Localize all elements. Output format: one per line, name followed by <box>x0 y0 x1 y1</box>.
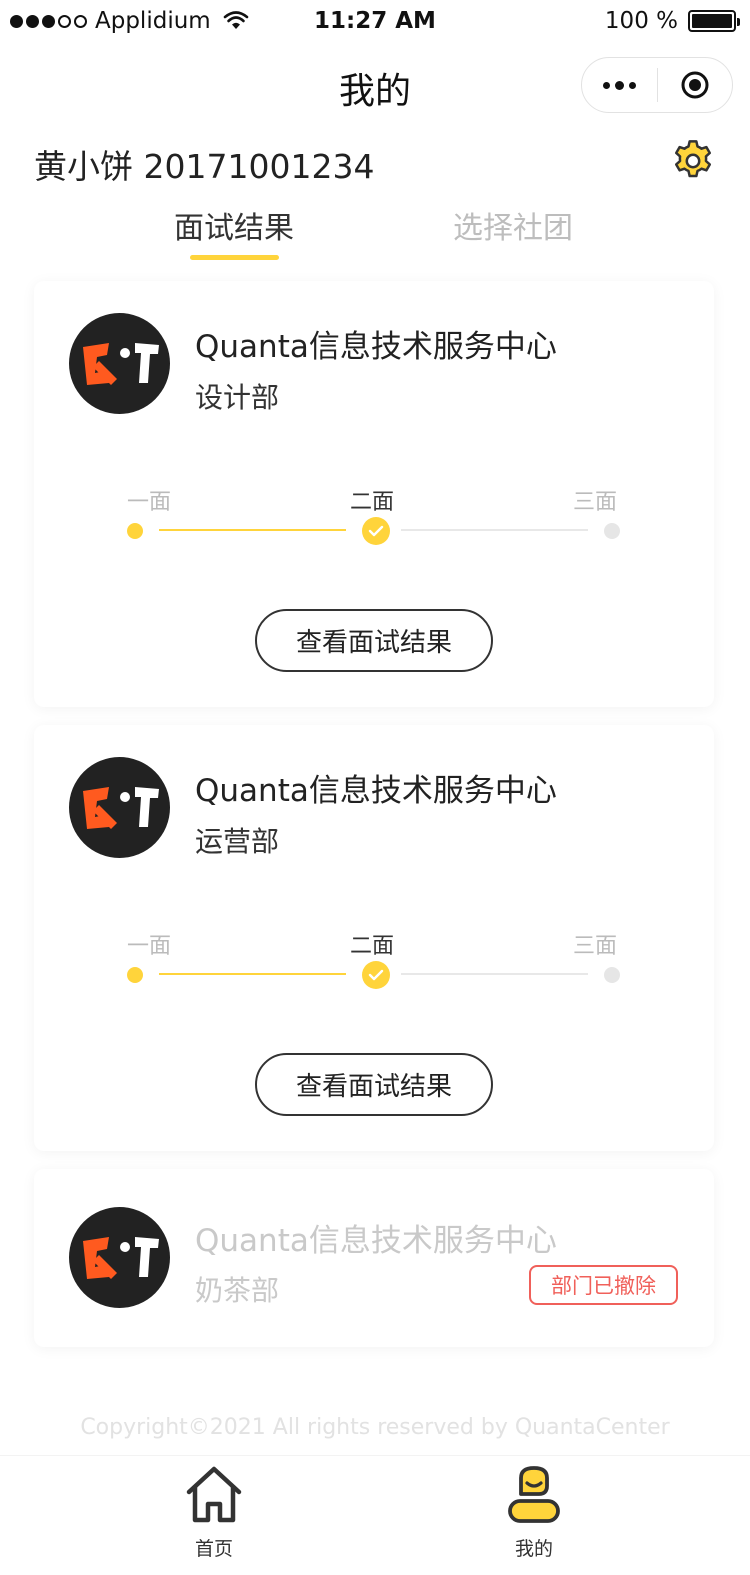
step-label-3: 三面 <box>573 490 618 515</box>
status-bar: Applidium 11:27 AM 100 % <box>0 0 750 44</box>
department-name: 奶茶部 <box>195 1274 280 1307</box>
tab-choose-club[interactable]: 选择社团 <box>453 203 573 247</box>
step-dot-pending <box>604 523 620 539</box>
application-card-removed: Quanta信息技术服务中心 奶茶部 部门已撤除 <box>34 1169 714 1347</box>
progress-line-done <box>159 529 346 531</box>
tabbar-mine-label: 我的 <box>514 1538 553 1560</box>
tabbar-mine[interactable]: 我的 <box>474 1464 594 1561</box>
view-result-button[interactable]: 查看面试结果 <box>255 1053 493 1116</box>
more-dots-icon <box>602 81 610 89</box>
club-logo <box>69 313 170 414</box>
tab-interview-results[interactable]: 面试结果 <box>174 203 294 247</box>
mini-program-capsule <box>581 57 733 113</box>
profile-icon <box>508 1466 560 1523</box>
tabbar-home-label: 首页 <box>194 1538 233 1560</box>
department-name: 运营部 <box>195 825 280 858</box>
check-icon <box>362 517 390 545</box>
application-card: Quanta信息技术服务中心 运营部 一面 二面 三面 查看面试结果 <box>34 725 714 1151</box>
step-dot-done <box>127 967 143 983</box>
department-name: 设计部 <box>195 381 280 414</box>
step-label-2: 二面 <box>350 490 395 515</box>
step-dot-done <box>127 523 143 539</box>
battery-icon <box>688 10 740 32</box>
target-close-icon <box>681 71 709 99</box>
club-name: Quanta信息技术服务中心 <box>195 329 557 365</box>
battery-percent: 100 % <box>604 8 678 34</box>
status-right: 100 % <box>604 8 740 34</box>
step-label-1: 一面 <box>127 934 172 959</box>
step-label-2: 二面 <box>350 934 395 959</box>
club-logo <box>69 757 170 858</box>
step-dot-pending <box>604 967 620 983</box>
page: Applidium 11:27 AM 100 % 我的 黄小饼 20171001… <box>0 0 750 1575</box>
department-removed-badge: 部门已撤除 <box>529 1265 678 1305</box>
progress-line-pending <box>401 529 588 531</box>
copyright-text: Copyright©2021 All rights reserved by Qu… <box>80 1415 670 1440</box>
view-result-button[interactable]: 查看面试结果 <box>255 609 493 672</box>
progress-line-done <box>159 973 346 975</box>
gear-icon[interactable] <box>670 138 716 184</box>
step-label-3: 三面 <box>573 934 618 959</box>
home-icon <box>186 1466 242 1523</box>
more-options-button[interactable] <box>582 58 657 112</box>
step-label-1: 一面 <box>127 490 172 515</box>
bottom-tab-bar: 首页 我的 <box>0 1455 750 1575</box>
tabbar-home[interactable]: 首页 <box>154 1464 274 1561</box>
club-name: Quanta信息技术服务中心 <box>195 1223 557 1259</box>
club-logo <box>69 1207 170 1308</box>
active-tab-indicator <box>190 255 279 260</box>
user-name-id: 黄小饼 20171001234 <box>34 147 375 186</box>
progress-line-pending <box>401 973 588 975</box>
application-card: Quanta信息技术服务中心 设计部 一面 二面 三面 查看面试结果 <box>34 281 714 707</box>
check-icon <box>362 961 390 989</box>
club-name: Quanta信息技术服务中心 <box>195 773 557 809</box>
close-mini-program-button[interactable] <box>658 58 733 112</box>
